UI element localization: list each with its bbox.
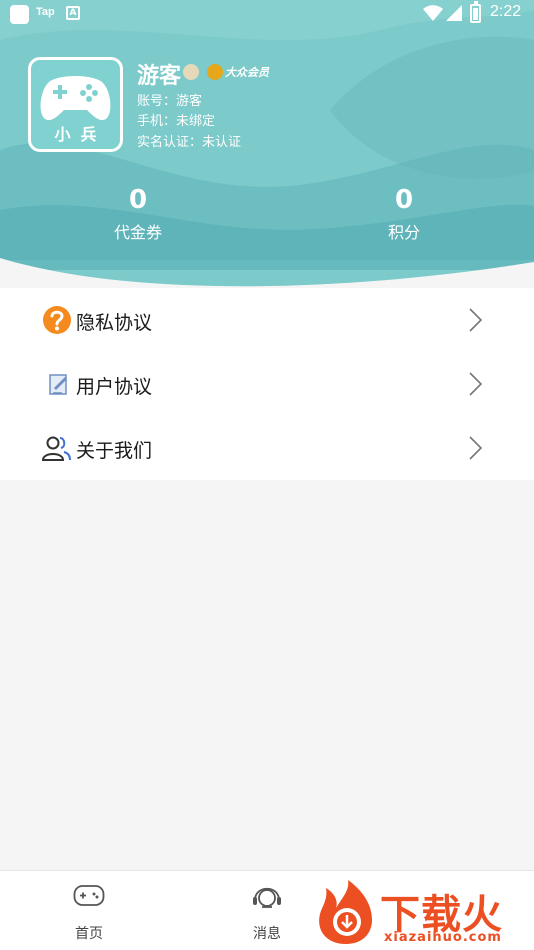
settings-menu: 隐私协议 用户协议 关于我们	[0, 288, 534, 480]
nav-home[interactable]: 首页	[44, 871, 134, 950]
crown-icon	[183, 64, 199, 80]
points-label: 积分	[387, 223, 420, 242]
question-icon	[43, 306, 71, 334]
user-name: 游客	[137, 64, 182, 89]
points-count: 0	[394, 185, 414, 215]
tap-notification-label: Tap	[36, 6, 55, 18]
account-info: 账号：游客	[137, 94, 203, 109]
coupons-label: 代金券	[113, 223, 162, 242]
menu-item-user-agreement[interactable]: 用户协议	[0, 352, 534, 416]
vip-heart-icon	[207, 64, 223, 80]
gamepad-icon	[73, 885, 105, 906]
a-notification-icon: A	[66, 6, 80, 20]
stat-points[interactable]: 0 积分	[334, 185, 474, 243]
users-icon	[42, 436, 71, 461]
menu-item-privacy-policy[interactable]: 隐私协议	[0, 288, 534, 352]
flame-logo-icon	[319, 880, 372, 944]
status-time: 2:22	[490, 3, 522, 20]
avatar-label: 小兵	[54, 125, 107, 144]
nav-messages[interactable]: 消息	[222, 871, 312, 950]
wifi-icon	[423, 5, 443, 21]
avatar[interactable]: 小兵	[28, 57, 123, 152]
menu-label-about-us: 关于我们	[76, 440, 153, 462]
watermark-logo: 下载火 xiazaihuo.com	[314, 878, 534, 950]
chevron-right-icon	[469, 308, 483, 332]
nav-home-label: 首页	[75, 926, 103, 942]
menu-label-user-agreement: 用户协议	[76, 376, 153, 398]
phone-info: 手机：未绑定	[137, 114, 216, 129]
nav-messages-label: 消息	[253, 926, 281, 942]
headset-icon	[253, 887, 281, 908]
chevron-right-icon	[469, 372, 483, 396]
stat-coupons[interactable]: 0 代金券	[68, 185, 208, 243]
signal-icon	[446, 5, 462, 21]
menu-label-privacy: 隐私协议	[76, 312, 153, 334]
chevron-right-icon	[469, 436, 483, 460]
menu-item-about-us[interactable]: 关于我们	[0, 416, 534, 480]
watermark-subtitle: xiazaihuo.com	[384, 930, 502, 945]
app-notification-icon	[10, 5, 29, 24]
status-bar: Tap A 2:22	[0, 0, 534, 28]
real-name-auth-info: 实名认证：未认证	[137, 135, 242, 150]
coupons-count: 0	[128, 185, 148, 215]
profile-header: Tap A 2:22 小兵 游客 大众会员 账号：游客 手机：未绑定 实名认证：…	[0, 0, 534, 300]
battery-icon	[470, 1, 481, 23]
edit-document-icon	[49, 374, 67, 395]
vip-label: 大众会员	[225, 66, 269, 79]
